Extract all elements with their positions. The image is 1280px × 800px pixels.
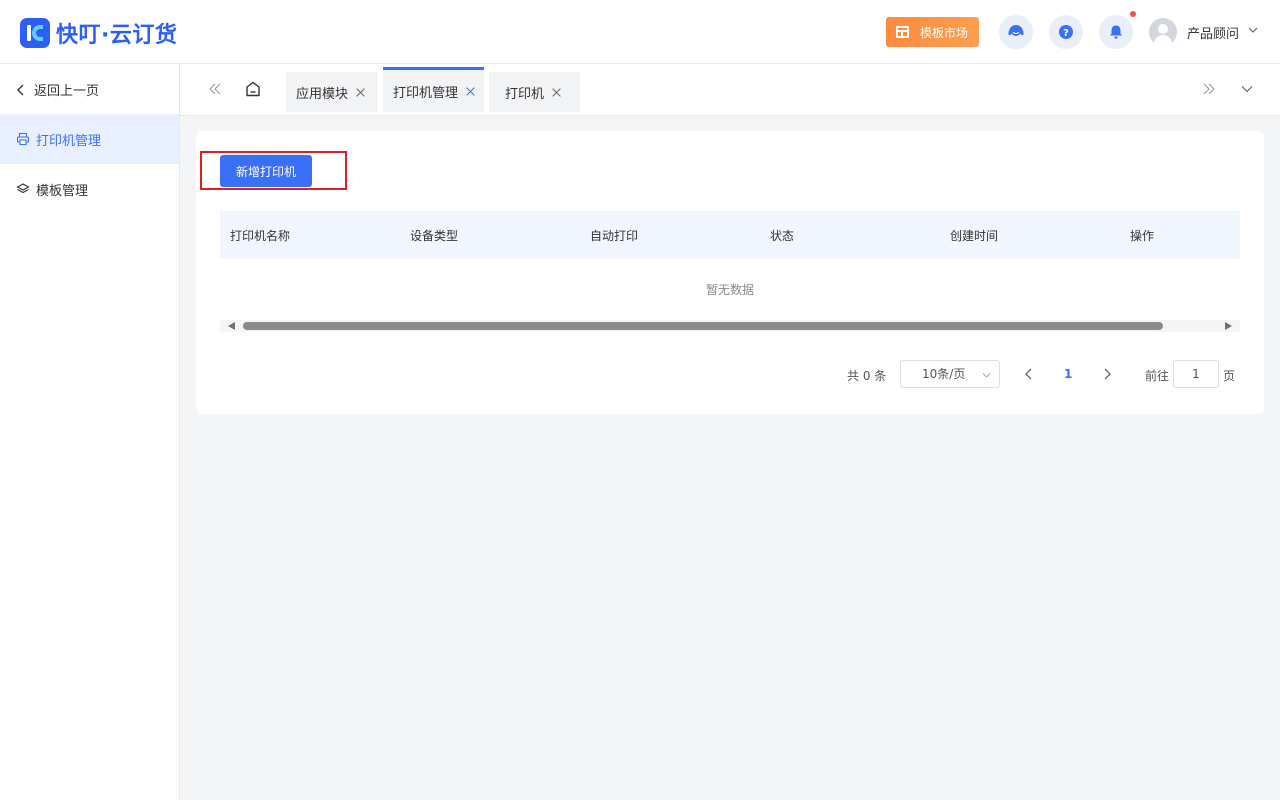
- layers-icon: [16, 183, 30, 194]
- customer-service-icon: [1008, 25, 1024, 36]
- chevron-down-icon[interactable]: [1240, 82, 1254, 96]
- printer-icon: [16, 132, 30, 146]
- column-header-device-type: 设备类型: [410, 229, 459, 243]
- user-name[interactable]: 产品顾问: [1187, 23, 1239, 42]
- add-printer-button[interactable]: 新增打印机: [220, 155, 312, 187]
- chevron-down-icon: [982, 373, 991, 378]
- help-button[interactable]: ?: [1049, 15, 1083, 49]
- home-icon[interactable]: [244, 80, 262, 98]
- tabs-bar: 应用模块 打印机管理 打印机: [180, 64, 1280, 116]
- help-icon: ?: [1059, 25, 1073, 39]
- chevron-down-icon[interactable]: [1248, 25, 1258, 35]
- logo-text: 快叮·云订货: [56, 23, 178, 48]
- prev-page-icon[interactable]: [1024, 368, 1034, 380]
- tab-application-module[interactable]: 应用模块: [286, 72, 378, 112]
- avatar[interactable]: [1149, 18, 1177, 46]
- tab-printer-management[interactable]: 打印机管理: [383, 67, 484, 112]
- page-unit-label: 页: [1223, 369, 1236, 383]
- tab-label: 打印机管理: [393, 85, 459, 101]
- goto-page-input[interactable]: 1: [1173, 360, 1219, 388]
- empty-state-text: 暂无数据: [705, 283, 754, 297]
- column-header-status: 状态: [770, 229, 795, 243]
- column-header-created-time: 创建时间: [950, 229, 999, 243]
- top-header: 快叮·云订货 模板市场 ? 产品顾问: [0, 0, 1280, 64]
- tab-printer[interactable]: 打印机: [489, 72, 580, 112]
- back-label: 返回上一页: [34, 84, 100, 99]
- double-chevron-right-icon[interactable]: [1202, 82, 1216, 96]
- bell-icon: [1110, 25, 1122, 39]
- logo[interactable]: 快叮·云订货: [20, 17, 177, 49]
- close-icon[interactable]: [552, 88, 561, 97]
- logo-icon: [20, 18, 50, 48]
- page-size-value: 10条/页: [922, 367, 966, 381]
- column-header-printer-name: 打印机名称: [230, 229, 291, 243]
- goto-label: 前往: [1145, 369, 1170, 383]
- template-market-label: 模板市场: [920, 25, 969, 40]
- double-chevron-left-icon[interactable]: [208, 82, 222, 96]
- back-link[interactable]: 返回上一页: [16, 80, 99, 99]
- pagination-total: 共 0 条: [847, 369, 887, 383]
- scroll-right-arrow-icon[interactable]: [1225, 322, 1232, 330]
- layout-icon: [896, 26, 909, 38]
- pagination: 共 0 条 10条/页 1 前往 1 页: [196, 360, 1264, 388]
- table-header: 打印机名称 设备类型 自动打印 状态 创建时间 操作: [220, 211, 1240, 259]
- svg-text:?: ?: [1063, 28, 1069, 39]
- sidebar: 返回上一页 打印机管理 模板管理: [0, 64, 180, 800]
- current-page[interactable]: 1: [1064, 367, 1072, 381]
- close-icon[interactable]: [466, 87, 475, 96]
- next-page-icon[interactable]: [1102, 368, 1112, 380]
- column-header-auto-print: 自动打印: [590, 229, 639, 243]
- scroll-left-arrow-icon[interactable]: [228, 322, 235, 330]
- column-header-actions: 操作: [1130, 229, 1155, 243]
- horizontal-scrollbar[interactable]: [220, 320, 1240, 332]
- sidebar-item-label: 模板管理: [36, 183, 89, 199]
- notification-button[interactable]: [1099, 15, 1133, 49]
- customer-service-button[interactable]: [999, 15, 1033, 49]
- tab-label: 打印机: [505, 86, 545, 102]
- sidebar-item-printer-management[interactable]: 打印机管理: [0, 114, 179, 164]
- tab-label: 应用模块: [296, 86, 349, 102]
- chevron-left-icon: [17, 84, 24, 95]
- close-icon[interactable]: [356, 88, 365, 97]
- content-card: 新增打印机 打印机名称 设备类型 自动打印 状态 创建时间 操作 暂无数据 共 …: [196, 131, 1264, 414]
- scrollbar-thumb[interactable]: [243, 322, 1163, 330]
- template-market-button[interactable]: 模板市场: [886, 17, 979, 47]
- sidebar-item-label: 打印机管理: [36, 133, 102, 149]
- sidebar-item-template-management[interactable]: 模板管理: [0, 164, 179, 214]
- page-size-select[interactable]: 10条/页: [900, 360, 1000, 388]
- notification-dot: [1130, 11, 1136, 17]
